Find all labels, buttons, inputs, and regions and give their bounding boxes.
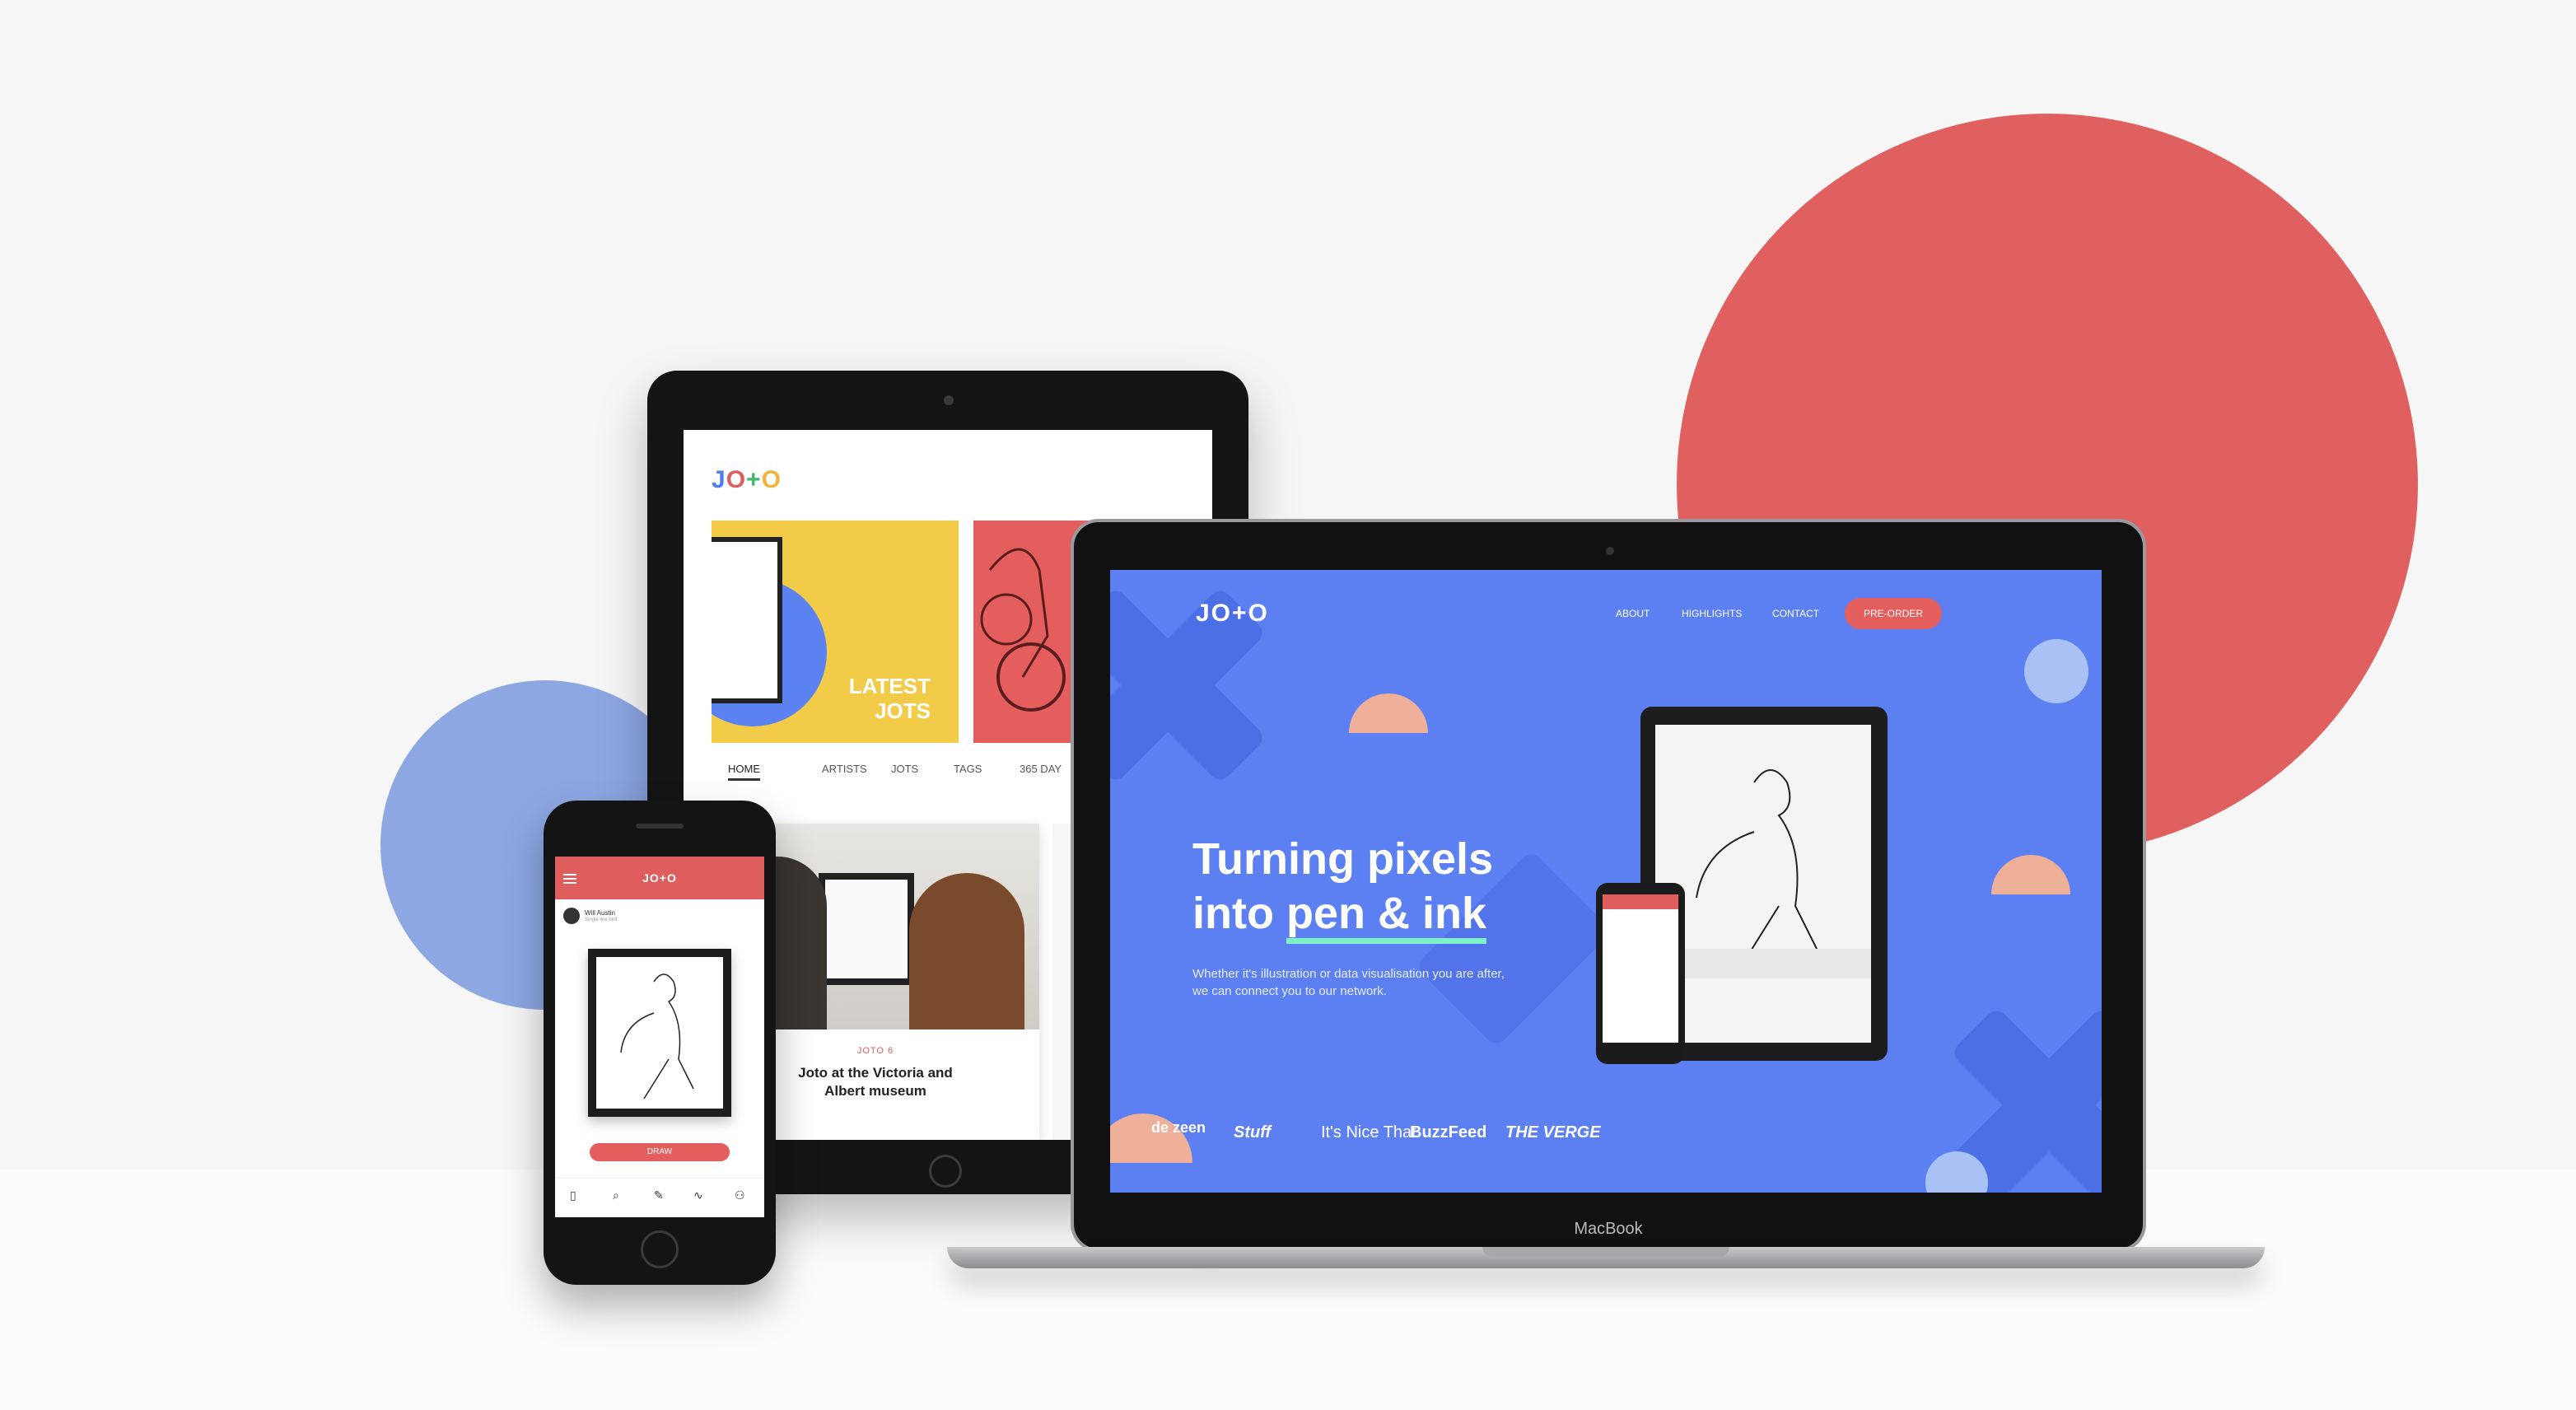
nav-highlights[interactable]: HIGHLIGHTS xyxy=(1682,608,1742,619)
nav-about[interactable]: ABOUT xyxy=(1616,608,1650,619)
tab-jots[interactable]: JOTS xyxy=(891,763,918,775)
press-stuff[interactable]: Stuff xyxy=(1234,1123,1271,1142)
tab-tags[interactable]: TAGS xyxy=(954,763,982,775)
tablet-logo[interactable]: JO+O xyxy=(712,466,782,494)
laptop-brand: MacBook xyxy=(1574,1220,1643,1238)
phone-speaker xyxy=(636,824,684,829)
mini-phone-image xyxy=(1596,883,1685,1064)
mini-phone-screen xyxy=(1603,894,1678,1043)
phone-logo[interactable]: JO+O xyxy=(555,871,764,885)
drawing-frame[interactable] xyxy=(588,949,731,1117)
pre-order-button[interactable]: PRE-ORDER xyxy=(1845,598,1942,629)
walking-figure-drawing xyxy=(1655,769,1871,978)
phone-header: JO+O xyxy=(555,857,764,899)
device-icon[interactable]: ▯ xyxy=(570,1188,576,1202)
press-buzzfeed[interactable]: BuzzFeed xyxy=(1410,1123,1486,1142)
user-subtitle: Single line bird xyxy=(585,917,618,922)
feature-title: Joto at the Victoria and Albert museum xyxy=(798,1065,953,1099)
avatar xyxy=(563,908,580,924)
bg-semicircle xyxy=(1991,855,2070,894)
tablet-home-button[interactable] xyxy=(929,1155,962,1188)
activity-icon[interactable]: ∿ xyxy=(693,1188,703,1202)
laptop-camera xyxy=(1606,547,1614,555)
press-its-nice-that[interactable]: It's Nice That xyxy=(1321,1123,1416,1142)
nav-contact[interactable]: CONTACT xyxy=(1772,608,1819,619)
search-icon[interactable]: ⌕ xyxy=(613,1188,619,1202)
phone-device: JO+O Will Austin Single line bird DRAW ▯… xyxy=(544,801,776,1285)
walking-figure-drawing xyxy=(620,973,694,1100)
draw-button[interactable]: DRAW xyxy=(590,1143,730,1161)
laptop-screen: JO+O ABOUT HIGHLIGHTS CONTACT PRE-ORDER … xyxy=(1110,570,2102,1193)
tab-artists[interactable]: ARTISTS xyxy=(822,763,867,775)
pen-icon[interactable]: ✎ xyxy=(654,1188,664,1202)
bg-dot xyxy=(2024,639,2088,703)
device-canvas xyxy=(1655,725,1871,1043)
tab-365-day[interactable]: 365 DAY xyxy=(1020,763,1062,775)
phone-home-button[interactable] xyxy=(641,1230,679,1268)
phone-tab-bar: ▯ ⌕ ✎ ∿ ⚇ xyxy=(555,1178,764,1217)
latest-jots-label: LATEST JOTS xyxy=(848,674,931,723)
tab-home[interactable]: HOME xyxy=(728,763,760,781)
bg-semicircle xyxy=(1349,693,1428,733)
latest-jots-card[interactable]: LATEST JOTS xyxy=(712,521,959,743)
phone-screen: JO+O Will Austin Single line bird DRAW ▯… xyxy=(555,857,764,1217)
user-row[interactable]: Will Austin Single line bird xyxy=(563,908,761,927)
hero-headline: Turning pixels into pen & ink xyxy=(1192,832,1588,944)
laptop-logo[interactable]: JO+O xyxy=(1196,600,1269,628)
tablet-camera xyxy=(944,395,954,405)
laptop-notch xyxy=(1482,1247,1729,1257)
user-name: Will Austin xyxy=(585,909,615,917)
laptop-base xyxy=(947,1247,2265,1268)
hero-subtext: Whether it's illustration or data visual… xyxy=(1192,967,1505,998)
visitor-2 xyxy=(909,873,1024,1029)
press-the-verge[interactable]: THE VERGE xyxy=(1505,1123,1601,1142)
framed-art xyxy=(819,873,914,985)
card-frame xyxy=(712,537,782,703)
press-logos: de zeen Stuff It's Nice That BuzzFeed TH… xyxy=(1110,1120,2102,1170)
mini-phone-header xyxy=(1603,894,1678,909)
profile-icon[interactable]: ⚇ xyxy=(735,1188,745,1202)
press-dezeen[interactable]: de zeen xyxy=(1151,1120,1206,1135)
